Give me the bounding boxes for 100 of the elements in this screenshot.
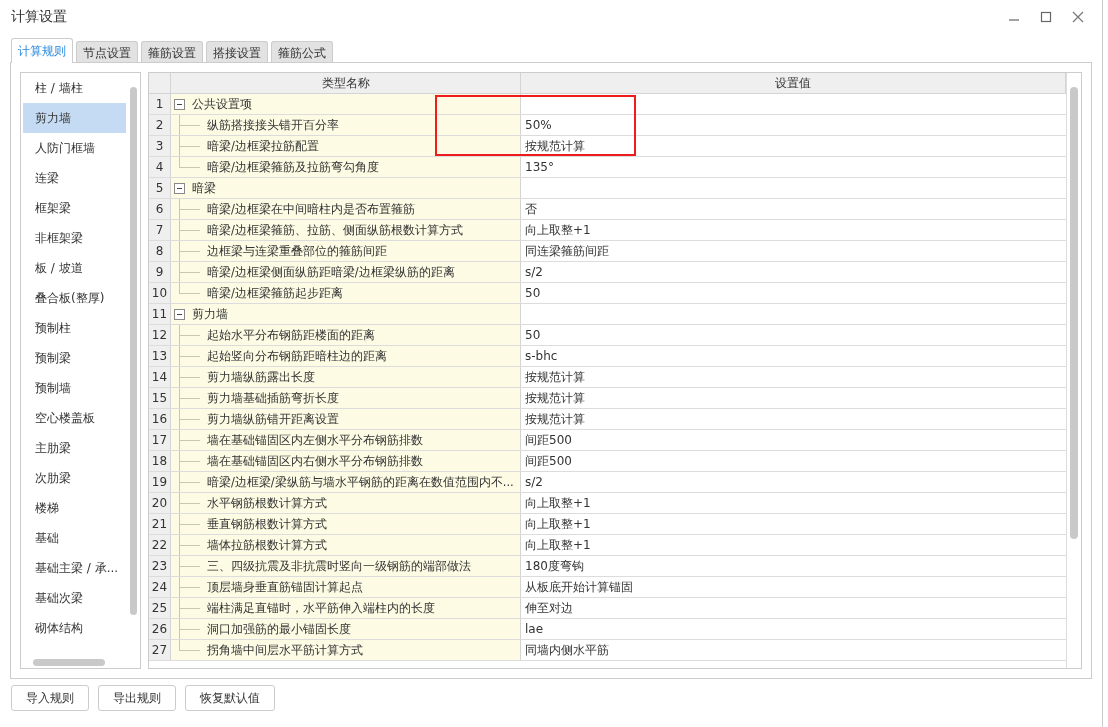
setting-name: 起始水平分布钢筋距楼面的距离 xyxy=(207,327,375,343)
setting-value[interactable]: s-bhc xyxy=(525,349,558,363)
row-number: 10 xyxy=(149,283,171,303)
tab[interactable]: 箍筋设置 xyxy=(141,41,203,62)
tab[interactable]: 节点设置 xyxy=(76,41,138,62)
close-icon[interactable] xyxy=(1072,11,1084,23)
row-number: 13 xyxy=(149,346,171,366)
row-number: 20 xyxy=(149,493,171,513)
setting-name: 暗梁/边框梁侧面纵筋距暗梁/边框梁纵筋的距离 xyxy=(207,264,455,280)
setting-value[interactable]: 180度弯钩 xyxy=(525,559,584,573)
setting-name: 墙在基础锚固区内右侧水平分布钢筋排数 xyxy=(207,453,423,469)
category-item[interactable]: 剪力墙 xyxy=(23,103,126,133)
row-number: 12 xyxy=(149,325,171,345)
setting-name: 暗梁/边框梁箍筋、拉筋、侧面纵筋根数计算方式 xyxy=(207,222,463,238)
category-item[interactable]: 楼梯 xyxy=(23,493,126,523)
category-item[interactable]: 柱 / 墙柱 xyxy=(23,73,126,103)
setting-name: 边框梁与连梁重叠部位的箍筋间距 xyxy=(207,243,387,259)
setting-value[interactable]: lae xyxy=(525,622,544,636)
category-item[interactable]: 砌体结构 xyxy=(23,613,126,643)
collapse-icon[interactable] xyxy=(174,308,185,320)
group-name: 暗梁 xyxy=(192,179,216,197)
category-item[interactable]: 板 / 坡道 xyxy=(23,253,126,283)
category-item[interactable]: 次肋梁 xyxy=(23,463,126,493)
setting-name: 水平钢筋根数计算方式 xyxy=(207,495,327,511)
tab[interactable]: 搭接设置 xyxy=(206,41,268,62)
scrollbar[interactable] xyxy=(130,87,137,615)
setting-value[interactable]: 按规范计算 xyxy=(525,391,585,405)
setting-value[interactable]: 间距500 xyxy=(525,454,572,468)
setting-value[interactable]: 按规范计算 xyxy=(525,139,585,153)
row-number: 4 xyxy=(149,157,171,177)
row-number: 24 xyxy=(149,577,171,597)
maximize-icon[interactable] xyxy=(1040,11,1052,23)
category-item[interactable]: 基础次梁 xyxy=(23,583,126,613)
collapse-icon[interactable] xyxy=(174,182,185,194)
collapse-icon[interactable] xyxy=(174,98,185,110)
setting-name: 剪力墙基础插筋弯折长度 xyxy=(207,390,339,406)
category-item[interactable]: 叠合板(整厚) xyxy=(23,283,126,313)
action-button[interactable]: 导入规则 xyxy=(11,685,89,711)
tab[interactable]: 箍筋公式 xyxy=(271,41,333,62)
row-number: 7 xyxy=(149,220,171,240)
category-item[interactable]: 基础 xyxy=(23,523,126,553)
row-number: 18 xyxy=(149,451,171,471)
setting-name: 暗梁/边框梁箍筋及拉筋弯勾角度 xyxy=(207,159,379,175)
row-number: 16 xyxy=(149,409,171,429)
row-number: 9 xyxy=(149,262,171,282)
setting-name: 三、四级抗震及非抗震时竖向一级钢筋的端部做法 xyxy=(207,558,471,574)
window-title: 计算设置 xyxy=(11,8,67,26)
row-number: 5 xyxy=(149,178,171,198)
setting-name: 起始竖向分布钢筋距暗柱边的距离 xyxy=(207,348,387,364)
category-item[interactable]: 预制墙 xyxy=(23,373,126,403)
setting-name: 暗梁/边框梁/梁纵筋与墙水平钢筋的距离在数值范围内不... xyxy=(207,474,514,490)
setting-name: 暗梁/边框梁拉筋配置 xyxy=(207,138,319,154)
scrollbar[interactable] xyxy=(33,659,105,666)
setting-name: 墙体拉筋根数计算方式 xyxy=(207,537,327,553)
setting-value[interactable]: 向上取整+1 xyxy=(525,538,591,552)
tab[interactable]: 计算规则 xyxy=(11,38,73,63)
setting-value[interactable]: 伸至对边 xyxy=(525,601,573,615)
setting-value[interactable]: 否 xyxy=(525,202,537,216)
category-item[interactable]: 框架梁 xyxy=(23,193,126,223)
setting-value[interactable]: 50 xyxy=(525,286,541,300)
group-name: 剪力墙 xyxy=(192,305,228,323)
setting-value[interactable]: 同墙内侧水平筋 xyxy=(525,643,609,657)
setting-name: 墙在基础锚固区内左侧水平分布钢筋排数 xyxy=(207,432,423,448)
setting-name: 暗梁/边框梁箍筋起步距离 xyxy=(207,285,343,301)
row-number: 1 xyxy=(149,94,171,114)
category-item[interactable]: 基础主梁 / 承... xyxy=(23,553,126,583)
setting-value[interactable]: s/2 xyxy=(525,265,543,279)
setting-name: 纵筋搭接接头错开百分率 xyxy=(207,117,339,133)
setting-name: 洞口加强筋的最小锚固长度 xyxy=(207,621,351,637)
category-item[interactable]: 连梁 xyxy=(23,163,126,193)
setting-value[interactable]: 从板底开始计算锚固 xyxy=(525,580,633,594)
setting-value[interactable]: 向上取整+1 xyxy=(525,517,591,531)
setting-value[interactable]: 50% xyxy=(525,118,552,132)
setting-value[interactable]: 按规范计算 xyxy=(525,412,585,426)
category-item[interactable]: 空心楼盖板 xyxy=(23,403,126,433)
action-button[interactable]: 导出规则 xyxy=(98,685,176,711)
category-item[interactable]: 人防门框墙 xyxy=(23,133,126,163)
setting-name: 剪力墙纵筋露出长度 xyxy=(207,369,315,385)
setting-value[interactable]: 同连梁箍筋间距 xyxy=(525,244,609,258)
category-item[interactable]: 预制梁 xyxy=(23,343,126,373)
setting-value[interactable]: 间距500 xyxy=(525,433,572,447)
row-number: 23 xyxy=(149,556,171,576)
setting-value[interactable]: 135° xyxy=(525,160,554,174)
category-item[interactable]: 预制柱 xyxy=(23,313,126,343)
category-item[interactable]: 非框架梁 xyxy=(23,223,126,253)
action-button[interactable]: 恢复默认值 xyxy=(185,685,275,711)
row-number: 22 xyxy=(149,535,171,555)
setting-value[interactable]: s/2 xyxy=(525,475,543,489)
row-number: 26 xyxy=(149,619,171,639)
setting-value[interactable]: 向上取整+1 xyxy=(525,223,591,237)
row-number: 14 xyxy=(149,367,171,387)
group-name: 公共设置项 xyxy=(192,95,252,113)
setting-value[interactable]: 按规范计算 xyxy=(525,370,585,384)
category-item[interactable]: 主肋梁 xyxy=(23,433,126,463)
setting-value[interactable]: 50 xyxy=(525,328,541,342)
row-number: 19 xyxy=(149,472,171,492)
row-number: 8 xyxy=(149,241,171,261)
row-number: 6 xyxy=(149,199,171,219)
setting-value[interactable]: 向上取整+1 xyxy=(525,496,591,510)
scrollbar[interactable] xyxy=(1066,73,1081,668)
